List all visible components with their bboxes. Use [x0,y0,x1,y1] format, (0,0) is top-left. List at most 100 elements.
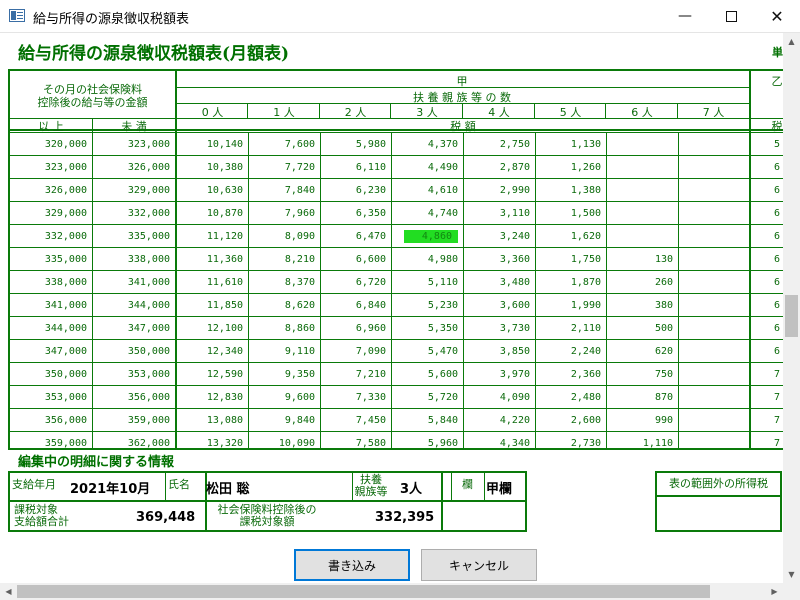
table-row[interactable]: 356,000 359,000 13,080 9,840 7,450 5,840 4,220… [10,409,783,432]
cell-tax-0[interactable]: 13,320 [177,432,248,448]
cell-tax-8[interactable]: 5 [751,133,783,156]
cell-tax-6[interactable]: 750 [606,363,678,386]
cell-miman[interactable]: 332,000 [93,202,175,225]
cell-tax-7[interactable] [678,317,749,340]
cell-tax-6[interactable]: 380 [606,294,678,317]
close-button[interactable]: ✕ [754,0,800,32]
cell-tax-8[interactable]: 6 [751,271,783,294]
cell-ijou[interactable]: 347,000 [10,340,92,363]
cell-tax-1[interactable]: 9,350 [248,363,320,386]
cell-tax-3[interactable]: 5,840 [391,409,463,432]
cell-ijou[interactable]: 332,000 [10,225,92,248]
cell-tax-6[interactable] [606,225,678,248]
cell-tax-6[interactable] [606,179,678,202]
cell-tax-6[interactable]: 870 [606,386,678,409]
cell-tax-7[interactable] [678,202,749,225]
cell-tax-3[interactable]: 5,470 [391,340,463,363]
cell-tax-7[interactable] [678,409,749,432]
cell-tax-7[interactable] [678,248,749,271]
cell-miman[interactable]: 338,000 [93,248,175,271]
cell-tax-8[interactable]: 7 [751,363,783,386]
cell-ijou[interactable]: 335,000 [10,248,92,271]
cell-tax-8[interactable]: 7 [751,409,783,432]
cell-tax-0[interactable]: 13,080 [177,409,248,432]
cell-tax-7[interactable] [678,340,749,363]
cell-tax-5[interactable]: 1,260 [535,156,606,179]
cell-tax-7[interactable] [678,156,749,179]
table-row[interactable]: 329,000 332,000 10,870 7,960 6,350 4,740 3,110… [10,202,783,225]
cell-tax-8[interactable]: 6 [751,340,783,363]
cell-miman[interactable]: 326,000 [93,156,175,179]
cell-tax-2[interactable]: 6,350 [320,202,391,225]
cell-tax-2[interactable]: 5,980 [320,133,391,156]
cell-tax-8[interactable]: 6 [751,179,783,202]
cell-tax-6[interactable]: 1,110 [606,432,678,448]
minimize-button[interactable]: — [662,0,708,32]
cell-tax-0[interactable]: 11,120 [177,225,248,248]
cell-tax-3[interactable]: 4,610 [391,179,463,202]
cell-tax-2[interactable]: 6,110 [320,156,391,179]
cell-tax-0[interactable]: 11,360 [177,248,248,271]
cell-tax-4[interactable]: 3,360 [463,248,535,271]
table-row[interactable]: 332,000 335,000 11,120 8,090 6,470 4,860 3,240… [10,225,783,248]
cell-tax-0[interactable]: 10,630 [177,179,248,202]
cell-tax-7[interactable] [678,432,749,448]
cell-tax-0[interactable]: 12,830 [177,386,248,409]
cell-tax-5[interactable]: 2,360 [535,363,606,386]
cell-tax-1[interactable]: 7,960 [248,202,320,225]
cell-tax-1[interactable]: 7,720 [248,156,320,179]
cell-tax-2[interactable]: 6,840 [320,294,391,317]
cell-miman[interactable]: 356,000 [93,386,175,409]
table-row[interactable]: 323,000 326,000 10,380 7,720 6,110 4,490 2,870… [10,156,783,179]
cell-tax-1[interactable]: 7,600 [248,133,320,156]
cell-tax-1[interactable]: 8,370 [248,271,320,294]
cell-tax-5[interactable]: 1,620 [535,225,606,248]
table-row[interactable]: 341,000 344,000 11,850 8,620 6,840 5,230 3,600… [10,294,783,317]
table-row[interactable]: 335,000 338,000 11,360 8,210 6,600 4,980 3,360… [10,248,783,271]
cell-tax-3[interactable]: 5,350 [391,317,463,340]
cell-tax-1[interactable]: 7,840 [248,179,320,202]
cell-tax-5[interactable]: 2,240 [535,340,606,363]
cell-ijou[interactable]: 350,000 [10,363,92,386]
vertical-scroll-thumb[interactable] [785,295,798,337]
cell-tax-7[interactable] [678,363,749,386]
cell-tax-5[interactable]: 1,870 [535,271,606,294]
cell-tax-5[interactable]: 1,130 [535,133,606,156]
cell-tax-0[interactable]: 12,590 [177,363,248,386]
cell-tax-6[interactable]: 500 [606,317,678,340]
cell-tax-4[interactable]: 2,750 [463,133,535,156]
cell-miman[interactable]: 353,000 [93,363,175,386]
cell-tax-8[interactable]: 7 [751,432,783,448]
cell-tax-3[interactable]: 4,370 [391,133,463,156]
table-row[interactable]: 359,000 362,000 13,320 10,090 7,580 5,960 4,34… [10,432,783,448]
cancel-button[interactable]: キャンセル [421,549,537,581]
table-row[interactable]: 338,000 341,000 11,610 8,370 6,720 5,110 3,480… [10,271,783,294]
cell-tax-1[interactable]: 8,210 [248,248,320,271]
cell-tax-8[interactable]: 6 [751,248,783,271]
cell-miman[interactable]: 347,000 [93,317,175,340]
cell-ijou[interactable]: 338,000 [10,271,92,294]
cell-tax-3[interactable]: 5,720 [391,386,463,409]
cell-tax-8[interactable]: 6 [751,294,783,317]
cell-ijou[interactable]: 326,000 [10,179,92,202]
cell-tax-6[interactable]: 620 [606,340,678,363]
cell-tax-3[interactable]: 4,980 [391,248,463,271]
cell-tax-4[interactable]: 3,110 [463,202,535,225]
cell-tax-0[interactable]: 11,610 [177,271,248,294]
cell-tax-3[interactable]: 5,230 [391,294,463,317]
cell-miman[interactable]: 362,000 [93,432,175,448]
cell-tax-4[interactable]: 2,990 [463,179,535,202]
cell-tax-1[interactable]: 10,090 [248,432,320,448]
cell-tax-2[interactable]: 7,330 [320,386,391,409]
scroll-down-icon[interactable]: ▼ [783,566,800,583]
cell-tax-6[interactable] [606,202,678,225]
cell-tax-4[interactable]: 4,090 [463,386,535,409]
cell-miman[interactable]: 335,000 [93,225,175,248]
cell-tax-3[interactable]: 4,490 [391,156,463,179]
cell-tax-4[interactable]: 2,870 [463,156,535,179]
cell-ijou[interactable]: 341,000 [10,294,92,317]
cell-tax-4[interactable]: 3,730 [463,317,535,340]
cell-tax-1[interactable]: 8,860 [248,317,320,340]
cell-tax-0[interactable]: 12,100 [177,317,248,340]
scroll-left-icon[interactable]: ◀ [0,583,17,600]
